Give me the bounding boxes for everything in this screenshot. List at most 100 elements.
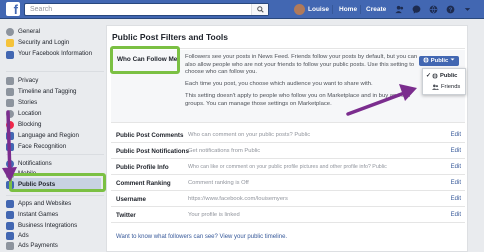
help-icon[interactable]: ? <box>446 5 455 14</box>
sidebar-item-general[interactable]: General <box>6 27 41 36</box>
sidebar-divider <box>6 154 104 155</box>
location-icon <box>6 109 14 118</box>
setting-value: Who can comment on your public posts? Pu… <box>188 132 311 138</box>
sidebar-divider <box>6 71 104 72</box>
setting-value: Who can like or comment on your public p… <box>188 164 387 170</box>
setting-value: Comment ranking is Off <box>188 180 249 186</box>
sidebar-item-ads-payments[interactable]: Ads Payments <box>6 241 58 250</box>
sidebar-item-your-information[interactable]: Your Facebook Information <box>6 50 98 59</box>
business-icon <box>6 221 14 230</box>
setting-label: Twitter <box>116 212 136 219</box>
setting-label: Public Profile Info <box>116 164 169 171</box>
setting-row-public-post-comments[interactable]: Public Post Comments Who can comment on … <box>111 129 465 143</box>
nav-divider <box>360 5 361 14</box>
gear-icon <box>6 27 14 36</box>
sidebar-item-timeline[interactable]: Timeline and Tagging <box>6 87 77 96</box>
sidebar-item-notifications[interactable]: Notifications <box>6 159 52 168</box>
page-title: Public Post Filters and Tools <box>112 32 229 42</box>
sidebar-item-label: Ads Payments <box>18 242 58 249</box>
sidebar-item-label: Blocking <box>18 121 42 128</box>
home-link[interactable]: Home <box>339 6 357 13</box>
sidebar-item-label: Language and Region <box>18 132 79 139</box>
edit-link[interactable]: Edit <box>451 180 461 186</box>
search-placeholder: Search <box>30 6 53 13</box>
setting-value: https://www.facebook.com/louisemyers <box>188 196 288 202</box>
follow-marketplace-note: This setting doesn't apply to people who… <box>185 93 411 107</box>
sidebar-item-label: Ads <box>18 232 29 239</box>
edit-link[interactable]: Edit <box>451 132 461 138</box>
ads-icon <box>6 231 14 240</box>
sidebar-item-language[interactable]: Language and Region <box>6 131 79 140</box>
setting-value: Your profile is linked <box>188 212 240 218</box>
account-menu-icon[interactable] <box>463 5 472 14</box>
games-icon <box>6 210 14 219</box>
setting-row-username[interactable]: Username https://www.facebook.com/louise… <box>111 193 465 207</box>
sidebar-item-label: Business Integrations <box>18 222 78 229</box>
sidebar-item-stories[interactable]: Stories <box>6 98 38 107</box>
setting-label: Comment Ranking <box>116 180 171 187</box>
sidebar-item-label: Security and Login <box>18 39 70 46</box>
facebook-icon <box>6 51 14 59</box>
language-icon <box>6 131 14 140</box>
avatar[interactable] <box>294 4 305 15</box>
svg-text:?: ? <box>449 8 453 14</box>
create-link[interactable]: Create <box>366 6 386 13</box>
notifications-globe-icon[interactable] <box>429 5 438 14</box>
chevron-down-icon <box>450 58 455 61</box>
sidebar-item-label: Apps and Websites <box>18 200 72 207</box>
audience-option-friends[interactable]: Friends <box>432 84 460 90</box>
lock-icon <box>6 76 14 85</box>
globe-icon <box>6 159 14 168</box>
setting-row-twitter[interactable]: Twitter Your profile is linked Edit <box>111 209 465 223</box>
sidebar-item-instant-games[interactable]: Instant Games <box>6 210 58 219</box>
sidebar-item-apps[interactable]: Apps and Websites <box>6 199 72 208</box>
globe-icon <box>423 57 429 63</box>
sidebar-item-face-recognition[interactable]: Face Recognition <box>6 142 67 151</box>
sidebar-item-label: Notifications <box>18 160 52 167</box>
highlight-who-can-follow <box>110 46 180 74</box>
sidebar-item-blocking[interactable]: Blocking <box>6 120 42 129</box>
sidebar-item-business[interactable]: Business Integrations <box>6 221 78 230</box>
nav-divider <box>332 5 333 14</box>
setting-row-public-post-notifications[interactable]: Public Post Notifications Get notificati… <box>111 145 465 159</box>
edit-link[interactable]: Edit <box>451 148 461 154</box>
facebook-logo-icon[interactable]: f <box>6 2 20 16</box>
sidebar-item-label: General <box>18 28 41 35</box>
sidebar-item-label: Face Recognition <box>18 143 67 150</box>
messenger-icon[interactable] <box>412 5 421 14</box>
sidebar-item-label: Stories <box>18 99 38 106</box>
sidebar-item-label: Timeline and Tagging <box>18 88 77 95</box>
audience-dropdown-menu: ✓ Public Friends <box>422 68 466 95</box>
sidebar-item-location[interactable]: Location <box>6 109 42 118</box>
setting-row-comment-ranking[interactable]: Comment Ranking Comment ranking is Off E… <box>111 177 465 191</box>
view-public-timeline-link[interactable]: Want to know what followers can see? Vie… <box>116 234 287 240</box>
audience-selector-button[interactable]: Public <box>419 56 459 66</box>
shield-icon <box>6 38 14 47</box>
sidebar-item-label: Location <box>18 110 42 117</box>
search-icon <box>257 6 264 13</box>
edit-link[interactable]: Edit <box>451 196 461 202</box>
profile-link[interactable]: Louise <box>308 6 329 13</box>
edit-link[interactable]: Edit <box>451 164 461 170</box>
timeline-icon <box>6 87 14 96</box>
option-label: Friends <box>441 84 461 90</box>
face-icon <box>6 142 14 151</box>
apps-icon <box>6 199 14 208</box>
setting-row-public-profile-info[interactable]: Public Profile Info Who can like or comm… <box>111 161 465 175</box>
sidebar-item-security[interactable]: Security and Login <box>6 38 70 47</box>
audience-option-public[interactable]: ✓ Public <box>426 72 457 80</box>
sidebar-divider <box>6 195 104 196</box>
sidebar-item-ads[interactable]: Ads <box>6 231 29 240</box>
search-button[interactable] <box>251 4 268 15</box>
top-navigation-bar: f Search Louise Home Create ? <box>0 0 484 19</box>
settings-sidebar: General Security and Login Your Facebook… <box>0 19 108 252</box>
sidebar-item-label: Privacy <box>18 77 39 84</box>
sidebar-item-privacy[interactable]: Privacy <box>6 76 39 85</box>
edit-link[interactable]: Edit <box>451 212 461 218</box>
stories-icon <box>6 98 14 107</box>
payments-icon <box>6 241 14 250</box>
follow-audience-note: Each time you post, you choose which aud… <box>185 81 373 87</box>
setting-label: Public Post Notifications <box>116 148 189 155</box>
friend-requests-icon[interactable] <box>395 5 404 14</box>
search-input[interactable]: Search <box>24 3 269 16</box>
